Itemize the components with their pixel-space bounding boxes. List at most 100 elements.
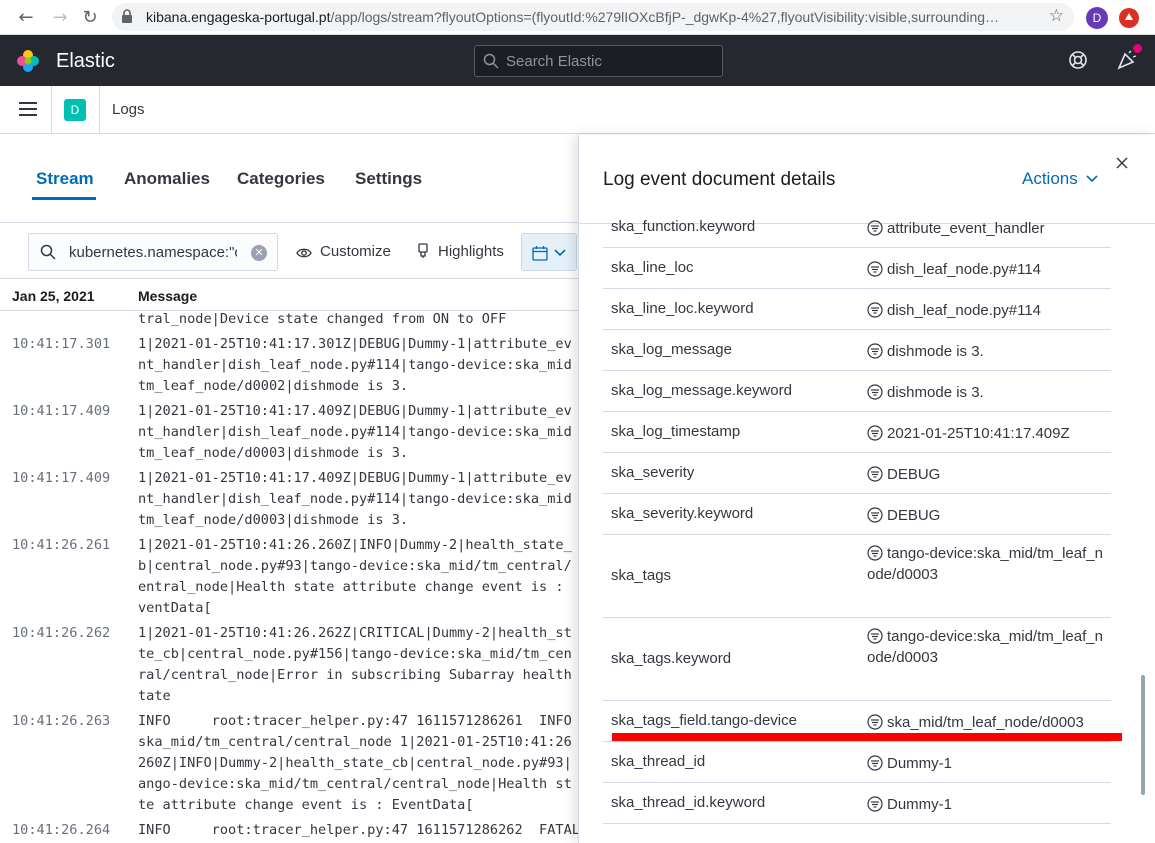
tab-stream[interactable]: Stream	[36, 169, 94, 189]
field-row: ska_tags.keyword tango-device:ska_mid/tm_…	[603, 618, 1111, 701]
scrollbar[interactable]	[1141, 675, 1145, 795]
field-row: ska_thread_id Dummy-1	[603, 742, 1111, 783]
filter-for-value-icon[interactable]	[867, 342, 883, 359]
log-message-line: 260Z|INFO|Dummy-2|health_state_cb|centra…	[138, 755, 572, 771]
breadcrumb-bar: D Logs	[0, 86, 1155, 134]
field-value: tango-device:ska_mid/tm_leaf_node/d0003	[867, 543, 1107, 585]
field-value: dish_leaf_node.py#114	[867, 300, 1107, 321]
filter-for-value-icon[interactable]	[867, 383, 883, 400]
close-icon[interactable]	[1115, 156, 1129, 170]
customize-button[interactable]: Customize	[296, 243, 391, 260]
field-value-text: dishmode is 3.	[887, 383, 984, 401]
filter-for-value-icon[interactable]	[867, 219, 883, 236]
field-row: ska_log_message.keyword dishmode is 3.	[603, 371, 1111, 412]
field-value-text: Dummy-1	[887, 754, 953, 772]
log-message-line: ral/central_node|Error in subscribing Su…	[138, 667, 572, 683]
date-picker-button[interactable]	[521, 233, 577, 271]
date-column-header: Jan 25, 2021	[12, 288, 95, 304]
field-name: ska_thread_id.keyword	[611, 793, 766, 811]
message-column-header: Message	[138, 288, 198, 304]
global-search-input[interactable]: Search Elastic	[474, 45, 723, 77]
filter-for-value-icon[interactable]	[867, 713, 883, 730]
field-value-text: DEBUG	[887, 506, 941, 524]
log-message-line: 1|2021-01-25T10:41:17.301Z|DEBUG|Dummy-1…	[138, 336, 572, 352]
calendar-icon	[532, 246, 548, 261]
query-input[interactable]: kubernetes.namespace:"c ✕	[28, 233, 278, 271]
field-name: ska_log_timestamp	[611, 422, 741, 440]
field-value: DEBUG	[867, 505, 1107, 526]
log-message-line: ventData[	[138, 600, 212, 616]
field-value: ska_mid/tm_leaf_node/d0003	[867, 712, 1107, 733]
eye-icon	[296, 248, 312, 258]
log-timestamp: 10:41:17.301	[12, 336, 111, 352]
highlights-label: Highlights	[438, 243, 504, 260]
log-message-line: INFO root:tracer_helper.py:47 1611571286…	[138, 822, 580, 838]
customize-label: Customize	[320, 243, 391, 260]
filter-for-value-icon[interactable]	[867, 301, 883, 318]
kibana-header: Elastic Search Elastic	[0, 35, 1155, 86]
reload-icon[interactable]: ↻	[78, 6, 102, 30]
field-value: dish_leaf_node.py#114	[867, 259, 1107, 280]
profile-avatar[interactable]: D	[1086, 7, 1108, 29]
log-message: INFO root:tracer_helper.py:47 1611571286…	[138, 820, 580, 841]
tab-settings[interactable]: Settings	[355, 169, 422, 189]
field-value-text: dish_leaf_node.py#114	[887, 260, 1042, 278]
forward-arrow-icon[interactable]: →	[48, 6, 72, 30]
help-icon[interactable]	[1068, 50, 1088, 70]
brand-name[interactable]: Elastic	[56, 50, 115, 73]
clear-query-icon[interactable]: ✕	[251, 245, 267, 261]
tab-categories[interactable]: Categories	[237, 169, 325, 189]
filter-for-value-icon[interactable]	[867, 506, 883, 523]
newsfeed-icon[interactable]	[1116, 44, 1142, 71]
log-timestamp: 10:41:26.264	[12, 822, 111, 838]
active-tab-indicator	[32, 197, 96, 200]
log-message-line: ska_mid/tm_central/central_node 1|2021-0…	[138, 734, 572, 750]
field-row: ska_line_loc.keyword dish_leaf_node.py#11…	[603, 289, 1111, 330]
divider	[99, 86, 100, 134]
log-message-line: 1|2021-01-25T10:41:17.409Z|DEBUG|Dummy-1…	[138, 470, 572, 486]
field-row: ska_function.keyword attribute_event_hand…	[603, 219, 1111, 248]
tab-anomalies[interactable]: Anomalies	[124, 169, 210, 189]
extension-icon[interactable]	[1119, 8, 1139, 28]
field-name: ska_line_loc.keyword	[611, 299, 754, 317]
field-value: Dummy-1	[867, 753, 1107, 774]
log-message: 1|2021-01-25T10:41:17.301Z|DEBUG|Dummy-1…	[138, 334, 572, 397]
highlights-button[interactable]: Highlights	[416, 243, 504, 260]
field-value-text: ska_mid/tm_leaf_node/d0003	[887, 713, 1084, 731]
filter-for-value-icon[interactable]	[867, 545, 883, 561]
address-bar[interactable]: kibana.engageska-portugal.pt/app/logs/st…	[112, 3, 1074, 31]
field-row: ska_log_message dishmode is 3.	[603, 330, 1111, 371]
log-message: tral_node|Device state changed from ON t…	[138, 311, 506, 330]
field-value-text: Dummy-1	[887, 795, 953, 813]
back-arrow-icon[interactable]: ←	[14, 6, 38, 30]
divider	[51, 86, 52, 134]
elastic-logo-icon[interactable]	[16, 49, 40, 73]
menu-toggle-icon[interactable]	[19, 102, 37, 116]
field-value: tango-device:ska_mid/tm_leaf_node/d0003	[867, 626, 1107, 668]
field-value: dishmode is 3.	[867, 341, 1107, 362]
filter-for-value-icon[interactable]	[867, 424, 883, 441]
filter-for-value-icon[interactable]	[867, 260, 883, 277]
search-icon	[483, 53, 499, 69]
field-row: ska_thread_id.keyword Dummy-1	[603, 783, 1111, 824]
space-avatar[interactable]: D	[64, 99, 86, 121]
field-name: ska_severity	[611, 463, 695, 481]
log-message-line: 1|2021-01-25T10:41:26.260Z|INFO|Dummy-2|…	[138, 537, 572, 553]
log-message-line: INFO root:tracer_helper.py:47 1611571286…	[138, 713, 572, 729]
field-row: ska_severity DEBUG	[603, 453, 1111, 494]
log-timestamp: 10:41:26.261	[12, 537, 111, 553]
field-row: ska_severity.keyword DEBUG	[603, 494, 1111, 535]
filter-for-value-icon[interactable]	[867, 628, 883, 644]
actions-button[interactable]: Actions	[1022, 169, 1098, 189]
log-message: 1|2021-01-25T10:41:17.409Z|DEBUG|Dummy-1…	[138, 468, 572, 531]
query-text: kubernetes.namespace:"c	[69, 244, 237, 261]
field-name: ska_log_message	[611, 340, 732, 358]
log-timestamp: 10:41:17.409	[12, 403, 111, 419]
field-name: ska_function.keyword	[611, 219, 756, 235]
field-name: ska_tags	[611, 566, 672, 584]
bookmark-star-icon[interactable]: ☆	[1049, 6, 1064, 26]
filter-for-value-icon[interactable]	[867, 795, 883, 812]
log-message-line: entral_node|Health state attribute chang…	[138, 579, 564, 595]
filter-for-value-icon[interactable]	[867, 465, 883, 482]
filter-for-value-icon[interactable]	[867, 754, 883, 771]
